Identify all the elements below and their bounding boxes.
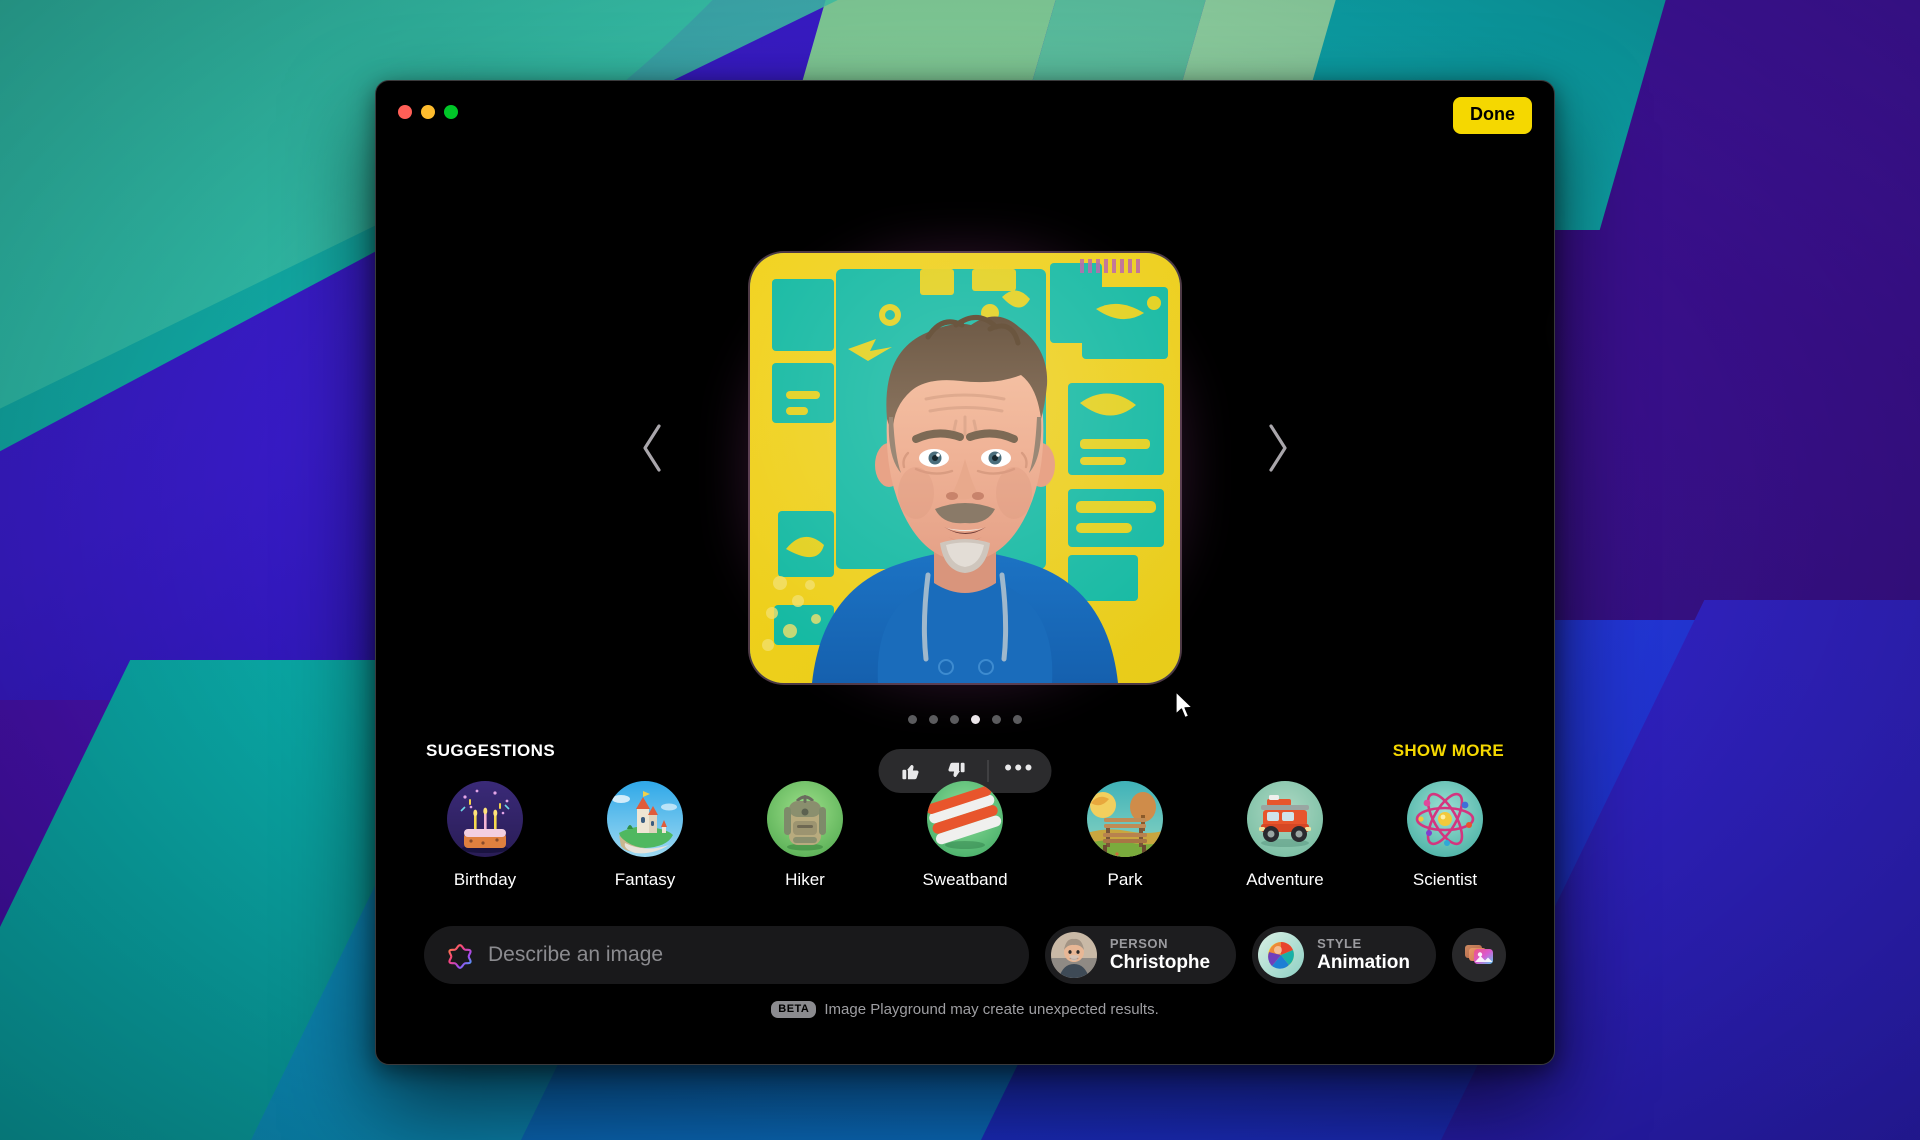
suggestion-label: Birthday [453, 870, 517, 889]
pagination-dot[interactable] [929, 715, 938, 724]
toolbar-divider [987, 760, 989, 782]
chevron-right-icon [1269, 424, 1287, 472]
park-bench-icon [1087, 781, 1163, 857]
pagination-dot[interactable] [950, 715, 959, 724]
pagination-dot[interactable] [908, 715, 917, 724]
suggestion-item-sweatband[interactable]: Sweatband [904, 781, 1026, 890]
photo-library-icon [1465, 945, 1493, 964]
style-thumbnail [1258, 932, 1305, 978]
suggestion-label: Park [1107, 870, 1143, 889]
style-chip-text: STYLE Animation [1317, 937, 1410, 973]
window-titlebar: Done [376, 81, 1554, 143]
pagination-dot[interactable] [971, 715, 980, 724]
image-stage: ••• [376, 143, 1554, 793]
person-chip[interactable]: PERSON Christophe [1044, 926, 1237, 984]
chevron-left-icon [643, 424, 661, 472]
previous-image-button[interactable] [634, 416, 670, 480]
show-more-button[interactable]: SHOW MORE [1393, 741, 1504, 761]
prompt-bar: Describe an image PERSON Christophe STYL… [376, 926, 1554, 984]
animation-style-icon [1258, 932, 1305, 978]
backpack-icon [767, 781, 843, 857]
done-button[interactable]: Done [1453, 97, 1532, 134]
suggestions-list: Birthday Fantasy Hiker Sweatband Park Adventu… [376, 781, 1554, 890]
beta-badge: BETA [771, 1001, 817, 1018]
avatar-photo [1050, 932, 1097, 978]
suggestion-item-park[interactable]: Park [1064, 781, 1186, 890]
person-chip-kicker: PERSON [1109, 936, 1169, 952]
pagination-dot[interactable] [992, 715, 1001, 724]
person-chip-text: PERSON Christophe [1110, 937, 1210, 973]
sweatband-icon [927, 781, 1003, 857]
birthday-cake-icon [447, 781, 523, 857]
beta-disclaimer-text: Image Playground may create unexpected r… [824, 1001, 1159, 1018]
offroad-truck-icon [1247, 781, 1323, 857]
person-chip-value: Christophe [1109, 951, 1211, 973]
thumbs-up-icon [902, 765, 919, 780]
suggestions-header: SUGGESTIONS SHOW MORE [376, 741, 1554, 761]
suggestion-label: Hiker [785, 870, 825, 889]
pagination-dot[interactable] [1013, 715, 1022, 724]
suggestion-item-fantasy[interactable]: Fantasy [584, 781, 706, 890]
beta-disclaimer: BETA Image Playground may create unexpec… [376, 1001, 1554, 1018]
style-chip[interactable]: STYLE Animation [1252, 926, 1436, 984]
style-chip-kicker: STYLE [1317, 936, 1362, 952]
generated-image-container [724, 227, 1206, 709]
desktop-wallpaper: Done ••• SUGGESTIONS SHOW MORE Birthday … [0, 0, 1920, 1140]
style-chip-value: Animation [1317, 951, 1410, 973]
suggestion-label: Scientist [1412, 870, 1478, 889]
apple-intelligence-icon [448, 944, 472, 969]
thumbs-down-icon [948, 762, 965, 777]
suggestion-item-scientist[interactable]: Scientist [1384, 781, 1506, 890]
person-avatar [1050, 932, 1097, 978]
castle-island-icon [607, 781, 683, 857]
close-button[interactable] [398, 105, 412, 119]
minimize-button[interactable] [421, 105, 435, 119]
generated-image[interactable] [750, 253, 1180, 683]
suggestions-title: SUGGESTIONS [426, 741, 556, 760]
maximize-button[interactable] [444, 105, 458, 119]
suggestion-label: Fantasy [614, 870, 676, 889]
traffic-lights [398, 105, 458, 119]
ellipsis-icon: ••• [1004, 755, 1035, 780]
suggestion-item-adventure[interactable]: Adventure [1224, 781, 1346, 890]
suggestion-item-birthday[interactable]: Birthday [424, 781, 546, 890]
image-pagination-dots[interactable] [908, 715, 1022, 724]
suggestion-label: Sweatband [922, 870, 1008, 889]
describe-image-input[interactable]: Describe an image [424, 926, 1029, 984]
suggestion-item-hiker[interactable]: Hiker [744, 781, 866, 890]
suggestion-label: Adventure [1246, 870, 1324, 889]
describe-image-placeholder: Describe an image [488, 943, 664, 966]
image-playground-window: Done ••• SUGGESTIONS SHOW MORE Birthday … [375, 80, 1555, 1065]
atom-icon [1407, 781, 1483, 857]
photo-library-button[interactable] [1452, 928, 1506, 982]
next-image-button[interactable] [1260, 416, 1296, 480]
generated-portrait-artwork [750, 253, 1180, 683]
